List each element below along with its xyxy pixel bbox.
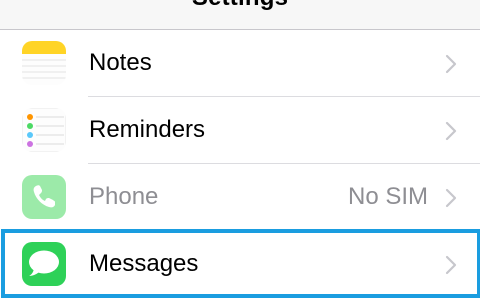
row-value-phone: No SIM bbox=[347, 183, 428, 210]
row-label-reminders: Reminders bbox=[89, 116, 206, 143]
reminders-icon bbox=[22, 108, 66, 152]
settings-row-notes[interactable]: Notes bbox=[0, 30, 480, 97]
settings-row-phone[interactable]: Phone No SIM bbox=[0, 164, 480, 231]
phone-icon bbox=[22, 175, 66, 219]
settings-list: Notes Reminders Phone No SIM Messages bbox=[0, 30, 480, 298]
settings-row-messages[interactable]: Messages bbox=[0, 231, 480, 298]
chevron-right-icon bbox=[445, 255, 457, 275]
chevron-right-icon bbox=[445, 121, 457, 141]
navigation-bar: Settings bbox=[0, 0, 480, 30]
messages-icon bbox=[22, 242, 66, 286]
notes-icon bbox=[22, 41, 66, 85]
chevron-right-icon bbox=[445, 54, 457, 74]
row-label-notes: Notes bbox=[89, 49, 152, 76]
chevron-right-icon bbox=[445, 188, 457, 208]
page-title: Settings bbox=[0, 0, 480, 12]
row-label-phone: Phone bbox=[89, 183, 159, 210]
row-label-messages: Messages bbox=[89, 250, 199, 277]
settings-row-reminders[interactable]: Reminders bbox=[0, 97, 480, 164]
